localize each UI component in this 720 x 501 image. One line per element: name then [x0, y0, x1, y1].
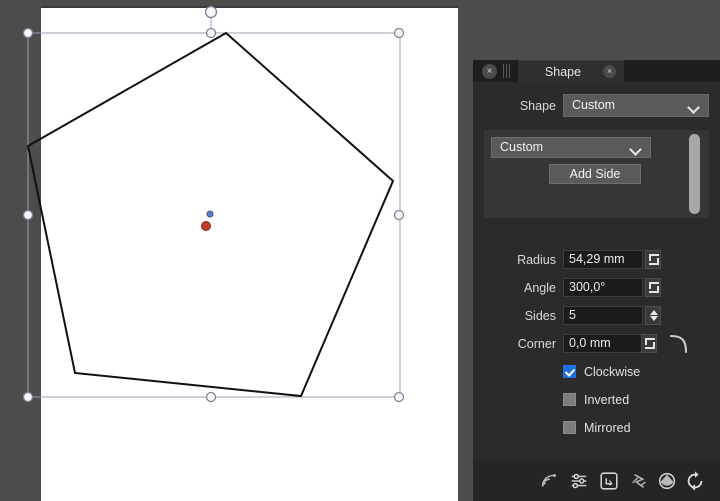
tab-shape-label: Shape: [544, 65, 582, 79]
scrollbar-thumb[interactable]: [689, 134, 700, 214]
panel-drag-handle[interactable]: [503, 64, 511, 78]
tab-shape-close-icon[interactable]: ×: [603, 65, 616, 78]
stepper-down-icon[interactable]: [650, 316, 658, 321]
inverted-label: Inverted: [584, 393, 630, 407]
angle-value: 300,0°: [569, 280, 606, 294]
radius-input[interactable]: 54,29 mm: [563, 250, 643, 269]
angle-input[interactable]: 300,0°: [563, 278, 643, 297]
radius-stepper[interactable]: [645, 250, 661, 269]
inverted-row[interactable]: Inverted: [563, 392, 713, 410]
corner-value: 0,0 mm: [569, 336, 611, 350]
panel-tab-bar: × Shape ×: [473, 60, 720, 83]
clockwise-checkbox[interactable]: [563, 365, 576, 378]
chevron-down-icon: [689, 103, 700, 110]
radius-row: Radius 54,29 mm: [473, 250, 720, 270]
radius-value: 54,29 mm: [569, 252, 625, 266]
chevron-down-icon: [631, 145, 642, 152]
inverted-checkbox[interactable]: [563, 393, 576, 406]
angle-row: Angle 300,0°: [473, 278, 720, 298]
reset-refresh-icon[interactable]: [684, 470, 706, 492]
tab-shape[interactable]: Shape ×: [518, 60, 624, 83]
handle-top-center[interactable]: [205, 27, 217, 39]
mirrored-label: Mirrored: [584, 421, 631, 435]
handle-top-left[interactable]: [22, 27, 34, 39]
sides-label: Sides: [524, 309, 556, 323]
shape-center-dot[interactable]: [201, 221, 211, 231]
panel-toolbar: [473, 461, 720, 501]
shape-origin-dot[interactable]: [206, 210, 214, 218]
sides-row: Sides 5: [473, 306, 720, 326]
shape-select[interactable]: Custom: [563, 94, 709, 117]
rotation-handle[interactable]: [204, 5, 218, 19]
sliders-icon[interactable]: [568, 470, 590, 492]
handle-top-right[interactable]: [393, 27, 405, 39]
selection-handles[interactable]: [22, 5, 405, 403]
clockwise-row[interactable]: Clockwise: [563, 364, 713, 382]
shape-fill-icon[interactable]: [656, 470, 678, 492]
handle-bottom-left[interactable]: [22, 391, 34, 403]
radius-label: Radius: [517, 253, 556, 267]
sides-input[interactable]: 5: [563, 306, 643, 325]
preset-select[interactable]: Custom: [491, 137, 651, 158]
corner-radius-icon[interactable]: [668, 332, 692, 356]
convert-node-icon[interactable]: [628, 470, 650, 492]
sides-list-panel: Custom Add Side: [484, 130, 709, 218]
mirrored-row[interactable]: Mirrored: [563, 420, 713, 438]
angle-label: Angle: [524, 281, 556, 295]
sides-stepper[interactable]: [645, 306, 661, 325]
stepper-down-icon[interactable]: [649, 286, 659, 293]
shape-row: Shape Custom: [473, 94, 720, 118]
angle-stepper[interactable]: [645, 278, 661, 297]
corner-stepper[interactable]: [641, 334, 657, 353]
panel-close-icon[interactable]: ×: [482, 64, 497, 79]
shape-row-label: Shape: [519, 99, 556, 113]
handle-bottom-center[interactable]: [205, 391, 217, 403]
stepper-up-icon[interactable]: [650, 310, 658, 315]
panel-body: Shape Custom Custom Add Side Radius 54,2…: [473, 82, 720, 501]
corner-label: Corner: [517, 337, 556, 351]
stepper-down-icon[interactable]: [649, 258, 659, 265]
handle-bottom-right[interactable]: [393, 391, 405, 403]
curve-node-icon[interactable]: [538, 470, 560, 492]
shape-panel: × Shape × Shape Custom Custom Add Side R…: [473, 60, 720, 501]
preset-select-value: Custom: [500, 140, 544, 154]
handle-middle-left[interactable]: [22, 209, 34, 221]
stepper-down-icon[interactable]: [645, 342, 655, 349]
corner-input[interactable]: 0,0 mm: [563, 334, 643, 353]
corner-square-icon[interactable]: [598, 470, 620, 492]
mirrored-checkbox[interactable]: [563, 421, 576, 434]
clockwise-label: Clockwise: [584, 365, 641, 379]
corner-row: Corner 0,0 mm: [473, 334, 720, 354]
shape-select-value: Custom: [572, 98, 616, 112]
add-side-button[interactable]: Add Side: [549, 164, 641, 184]
sides-value: 5: [569, 308, 576, 322]
handle-middle-right[interactable]: [393, 209, 405, 221]
selection-bounding-box: [27, 32, 401, 398]
